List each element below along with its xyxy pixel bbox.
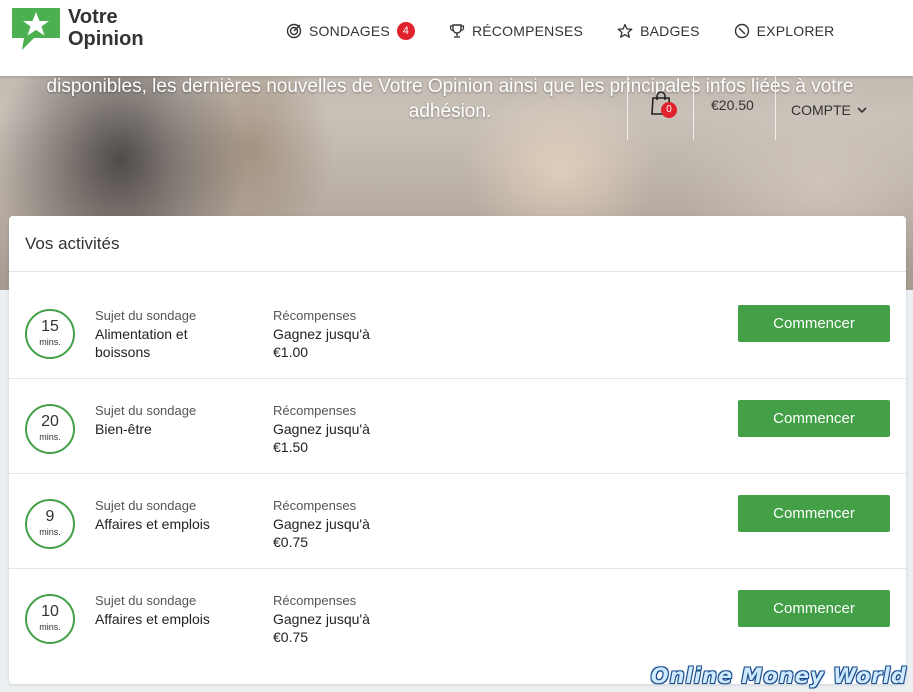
nav-sondages-label: SONDAGES (309, 23, 390, 39)
activities-list: 15 mins. Sujet du sondage Alimentation e… (9, 272, 906, 663)
reward-column: Récompenses Gagnez jusqu'à €1.50 (273, 402, 403, 456)
site-header: Votre Opinion SONDAGES 4 RÉCOMPENSES BAD… (0, 0, 913, 76)
subject-column: Sujet du sondage Bien-être (95, 402, 245, 438)
subject-label: Sujet du sondage (95, 593, 197, 608)
nav-explorer-label: EXPLORER (756, 23, 835, 39)
subject-column: Sujet du sondage Affaires et emplois (95, 497, 245, 533)
activities-card: Vos activités 15 mins. Sujet du sondage … (9, 216, 906, 684)
nav-badges[interactable]: BADGES (617, 20, 700, 42)
duration-badge: 9 mins. (25, 499, 75, 549)
logo[interactable]: Votre Opinion (8, 4, 148, 56)
divider (693, 76, 694, 140)
subject-column: Sujet du sondage Affaires et emplois (95, 592, 245, 628)
trophy-icon (449, 24, 465, 38)
subject-label: Sujet du sondage (95, 308, 197, 323)
account-bar: 0 €20.50 COMPTE (627, 76, 913, 140)
start-button[interactable]: Commencer (738, 495, 890, 532)
nav-sondages-badge: 4 (396, 22, 415, 40)
reward-column: Récompenses Gagnez jusqu'à €0.75 (273, 592, 403, 646)
target-icon (286, 23, 302, 39)
watermark: Online Money World (650, 664, 907, 688)
reward-label: Récompenses (273, 308, 357, 323)
cart-count-badge: 0 (661, 102, 677, 118)
start-button[interactable]: Commencer (738, 400, 890, 437)
duration-unit: mins. (39, 337, 61, 347)
list-item: 20 mins. Sujet du sondage Bien-être Réco… (9, 379, 906, 474)
logo-line-2: Opinion (68, 28, 144, 50)
start-button[interactable]: Commencer (738, 590, 890, 627)
duration-minutes: 15 (41, 318, 59, 335)
start-button[interactable]: Commencer (738, 305, 890, 342)
duration-badge: 20 mins. (25, 404, 75, 454)
nav-recompenses-label: RÉCOMPENSES (471, 23, 584, 39)
star-icon (617, 23, 633, 38)
reward-value: Gagnez jusqu'à €0.75 (273, 611, 370, 645)
subject-value: Affaires et emplois (95, 516, 210, 532)
account-menu-label: COMPTE (791, 102, 851, 118)
duration-unit: mins. (39, 622, 61, 632)
list-item: 10 mins. Sujet du sondage Affaires et em… (9, 569, 906, 663)
reward-label: Récompenses (273, 498, 357, 513)
divider (775, 76, 776, 140)
account-menu[interactable]: COMPTE (791, 102, 867, 118)
main-nav: SONDAGES 4 RÉCOMPENSES BADGES EXPLORER (286, 20, 869, 42)
duration-unit: mins. (39, 432, 61, 442)
logo-text: Votre Opinion (68, 6, 144, 50)
subject-column: Sujet du sondage Alimentation et boisson… (95, 307, 245, 361)
divider (627, 76, 628, 140)
compass-icon (734, 23, 749, 39)
nav-recompenses[interactable]: RÉCOMPENSES (449, 20, 583, 42)
nav-badges-label: BADGES (640, 23, 700, 39)
reward-value: Gagnez jusqu'à €1.50 (273, 421, 370, 455)
reward-column: Récompenses Gagnez jusqu'à €0.75 (273, 497, 403, 551)
logo-line-1: Votre (68, 6, 118, 28)
duration-minutes: 20 (41, 413, 59, 430)
subject-value: Bien-être (95, 421, 152, 437)
duration-badge: 10 mins. (25, 594, 75, 644)
reward-value: Gagnez jusqu'à €0.75 (273, 516, 370, 550)
subject-value: Alimentation et boissons (95, 326, 188, 360)
reward-column: Récompenses Gagnez jusqu'à €1.00 (273, 307, 403, 361)
duration-minutes: 10 (41, 603, 59, 620)
duration-badge: 15 mins. (25, 309, 75, 359)
list-item: 15 mins. Sujet du sondage Alimentation e… (9, 284, 906, 379)
subject-label: Sujet du sondage (95, 498, 197, 513)
nav-sondages[interactable]: SONDAGES 4 (286, 20, 415, 42)
reward-value: Gagnez jusqu'à €1.00 (273, 326, 370, 360)
chevron-down-icon (857, 107, 867, 114)
duration-unit: mins. (39, 527, 61, 537)
subject-label: Sujet du sondage (95, 403, 197, 418)
balance-amount: €20.50 (711, 97, 754, 113)
reward-label: Récompenses (273, 593, 357, 608)
logo-icon (12, 8, 60, 50)
nav-explorer[interactable]: EXPLORER (734, 20, 835, 42)
list-item: 9 mins. Sujet du sondage Affaires et emp… (9, 474, 906, 569)
activities-title: Vos activités (9, 216, 906, 272)
subject-value: Affaires et emplois (95, 611, 210, 627)
duration-minutes: 9 (45, 508, 55, 525)
reward-label: Récompenses (273, 403, 357, 418)
